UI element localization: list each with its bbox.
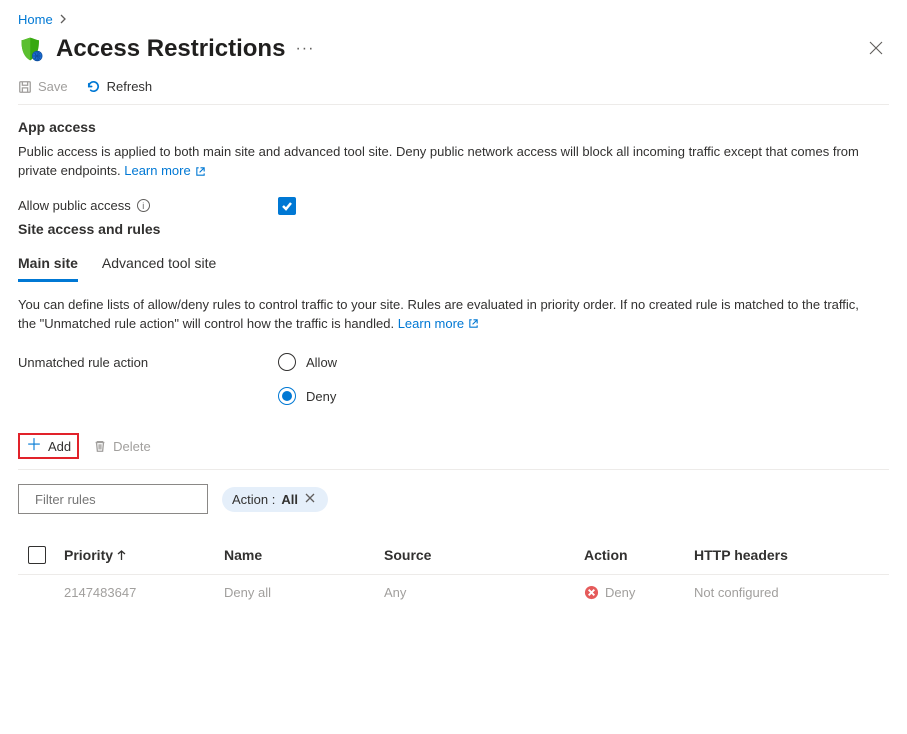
cell-priority: 2147483647 [64, 585, 224, 600]
unmatched-rule-label: Unmatched rule action [18, 355, 148, 370]
tab-advanced-tool-site[interactable]: Advanced tool site [102, 251, 216, 281]
filter-chip-action[interactable]: Action : All [222, 487, 328, 512]
site-access-description: You can define lists of allow/deny rules… [18, 296, 880, 334]
info-icon[interactable]: i [137, 199, 150, 212]
filter-row: Action : All [18, 484, 889, 514]
divider [18, 104, 889, 105]
deny-status-icon [584, 585, 599, 600]
radio-deny-label: Deny [306, 389, 336, 404]
column-priority[interactable]: Priority [64, 547, 224, 563]
breadcrumb-home-link[interactable]: Home [18, 12, 53, 27]
refresh-icon [86, 79, 101, 94]
column-http-headers[interactable]: HTTP headers [694, 547, 854, 563]
allow-public-access-checkbox[interactable] [278, 197, 296, 215]
save-icon [18, 80, 32, 94]
radio-icon [278, 387, 296, 405]
column-source[interactable]: Source [384, 547, 584, 563]
site-access-learn-more-link[interactable]: Learn more [398, 315, 479, 334]
save-button[interactable]: Save [18, 79, 68, 94]
divider [18, 469, 889, 470]
rules-command-bar: ＋ Add Delete [18, 433, 889, 459]
table-row[interactable]: 2147483647 Deny all Any Deny Not configu… [18, 575, 889, 610]
external-link-icon [468, 318, 479, 329]
filter-rules-input[interactable] [35, 492, 211, 507]
unmatched-rule-radio-group: Allow Deny [278, 353, 337, 405]
add-label: Add [48, 439, 71, 454]
delete-rule-button[interactable]: Delete [93, 439, 151, 454]
select-all-checkbox[interactable] [28, 546, 46, 564]
command-bar: Save Refresh [18, 77, 889, 104]
external-link-icon [195, 166, 206, 177]
refresh-button[interactable]: Refresh [86, 79, 153, 94]
unmatched-rule-field: Unmatched rule action Allow Deny [18, 353, 889, 405]
app-access-learn-more-link[interactable]: Learn more [124, 162, 205, 181]
cell-source: Any [384, 585, 584, 600]
plus-icon: ＋ [26, 438, 42, 454]
add-rule-button[interactable]: ＋ Add [18, 433, 79, 459]
save-label: Save [38, 79, 68, 94]
close-button[interactable] [863, 37, 889, 62]
radio-icon [278, 353, 296, 371]
more-actions-button[interactable]: ··· [295, 40, 314, 58]
site-tabs: Main site Advanced tool site [18, 251, 889, 282]
title-row: Access Restrictions ··· [18, 35, 889, 63]
rules-table: Priority Name Source Action HTTP headers… [18, 536, 889, 610]
column-name[interactable]: Name [224, 547, 384, 563]
app-access-heading: App access [18, 119, 889, 135]
app-access-description: Public access is applied to both main si… [18, 143, 880, 181]
check-icon [281, 200, 293, 212]
chip-label: Action : [232, 492, 275, 507]
chip-remove-icon[interactable] [304, 492, 318, 506]
radio-deny[interactable]: Deny [278, 387, 337, 405]
column-action[interactable]: Action [584, 547, 694, 563]
sort-asc-icon [117, 550, 126, 561]
cell-action: Deny [584, 585, 694, 600]
breadcrumb: Home [18, 12, 889, 27]
filter-rules-box[interactable] [18, 484, 208, 514]
shield-restrictions-icon [18, 35, 46, 63]
table-header-row: Priority Name Source Action HTTP headers [18, 536, 889, 575]
site-access-heading: Site access and rules [18, 221, 889, 237]
cell-http-headers: Not configured [694, 585, 854, 600]
refresh-label: Refresh [107, 79, 153, 94]
page-title: Access Restrictions [56, 35, 285, 63]
radio-allow[interactable]: Allow [278, 353, 337, 371]
radio-allow-label: Allow [306, 355, 337, 370]
allow-public-access-label: Allow public access [18, 198, 131, 213]
allow-public-access-field: Allow public access i [18, 197, 889, 215]
chip-value: All [281, 492, 298, 507]
tab-main-site[interactable]: Main site [18, 251, 78, 282]
chevron-right-icon [59, 12, 67, 27]
trash-icon [93, 439, 107, 453]
delete-label: Delete [113, 439, 151, 454]
cell-name: Deny all [224, 585, 384, 600]
